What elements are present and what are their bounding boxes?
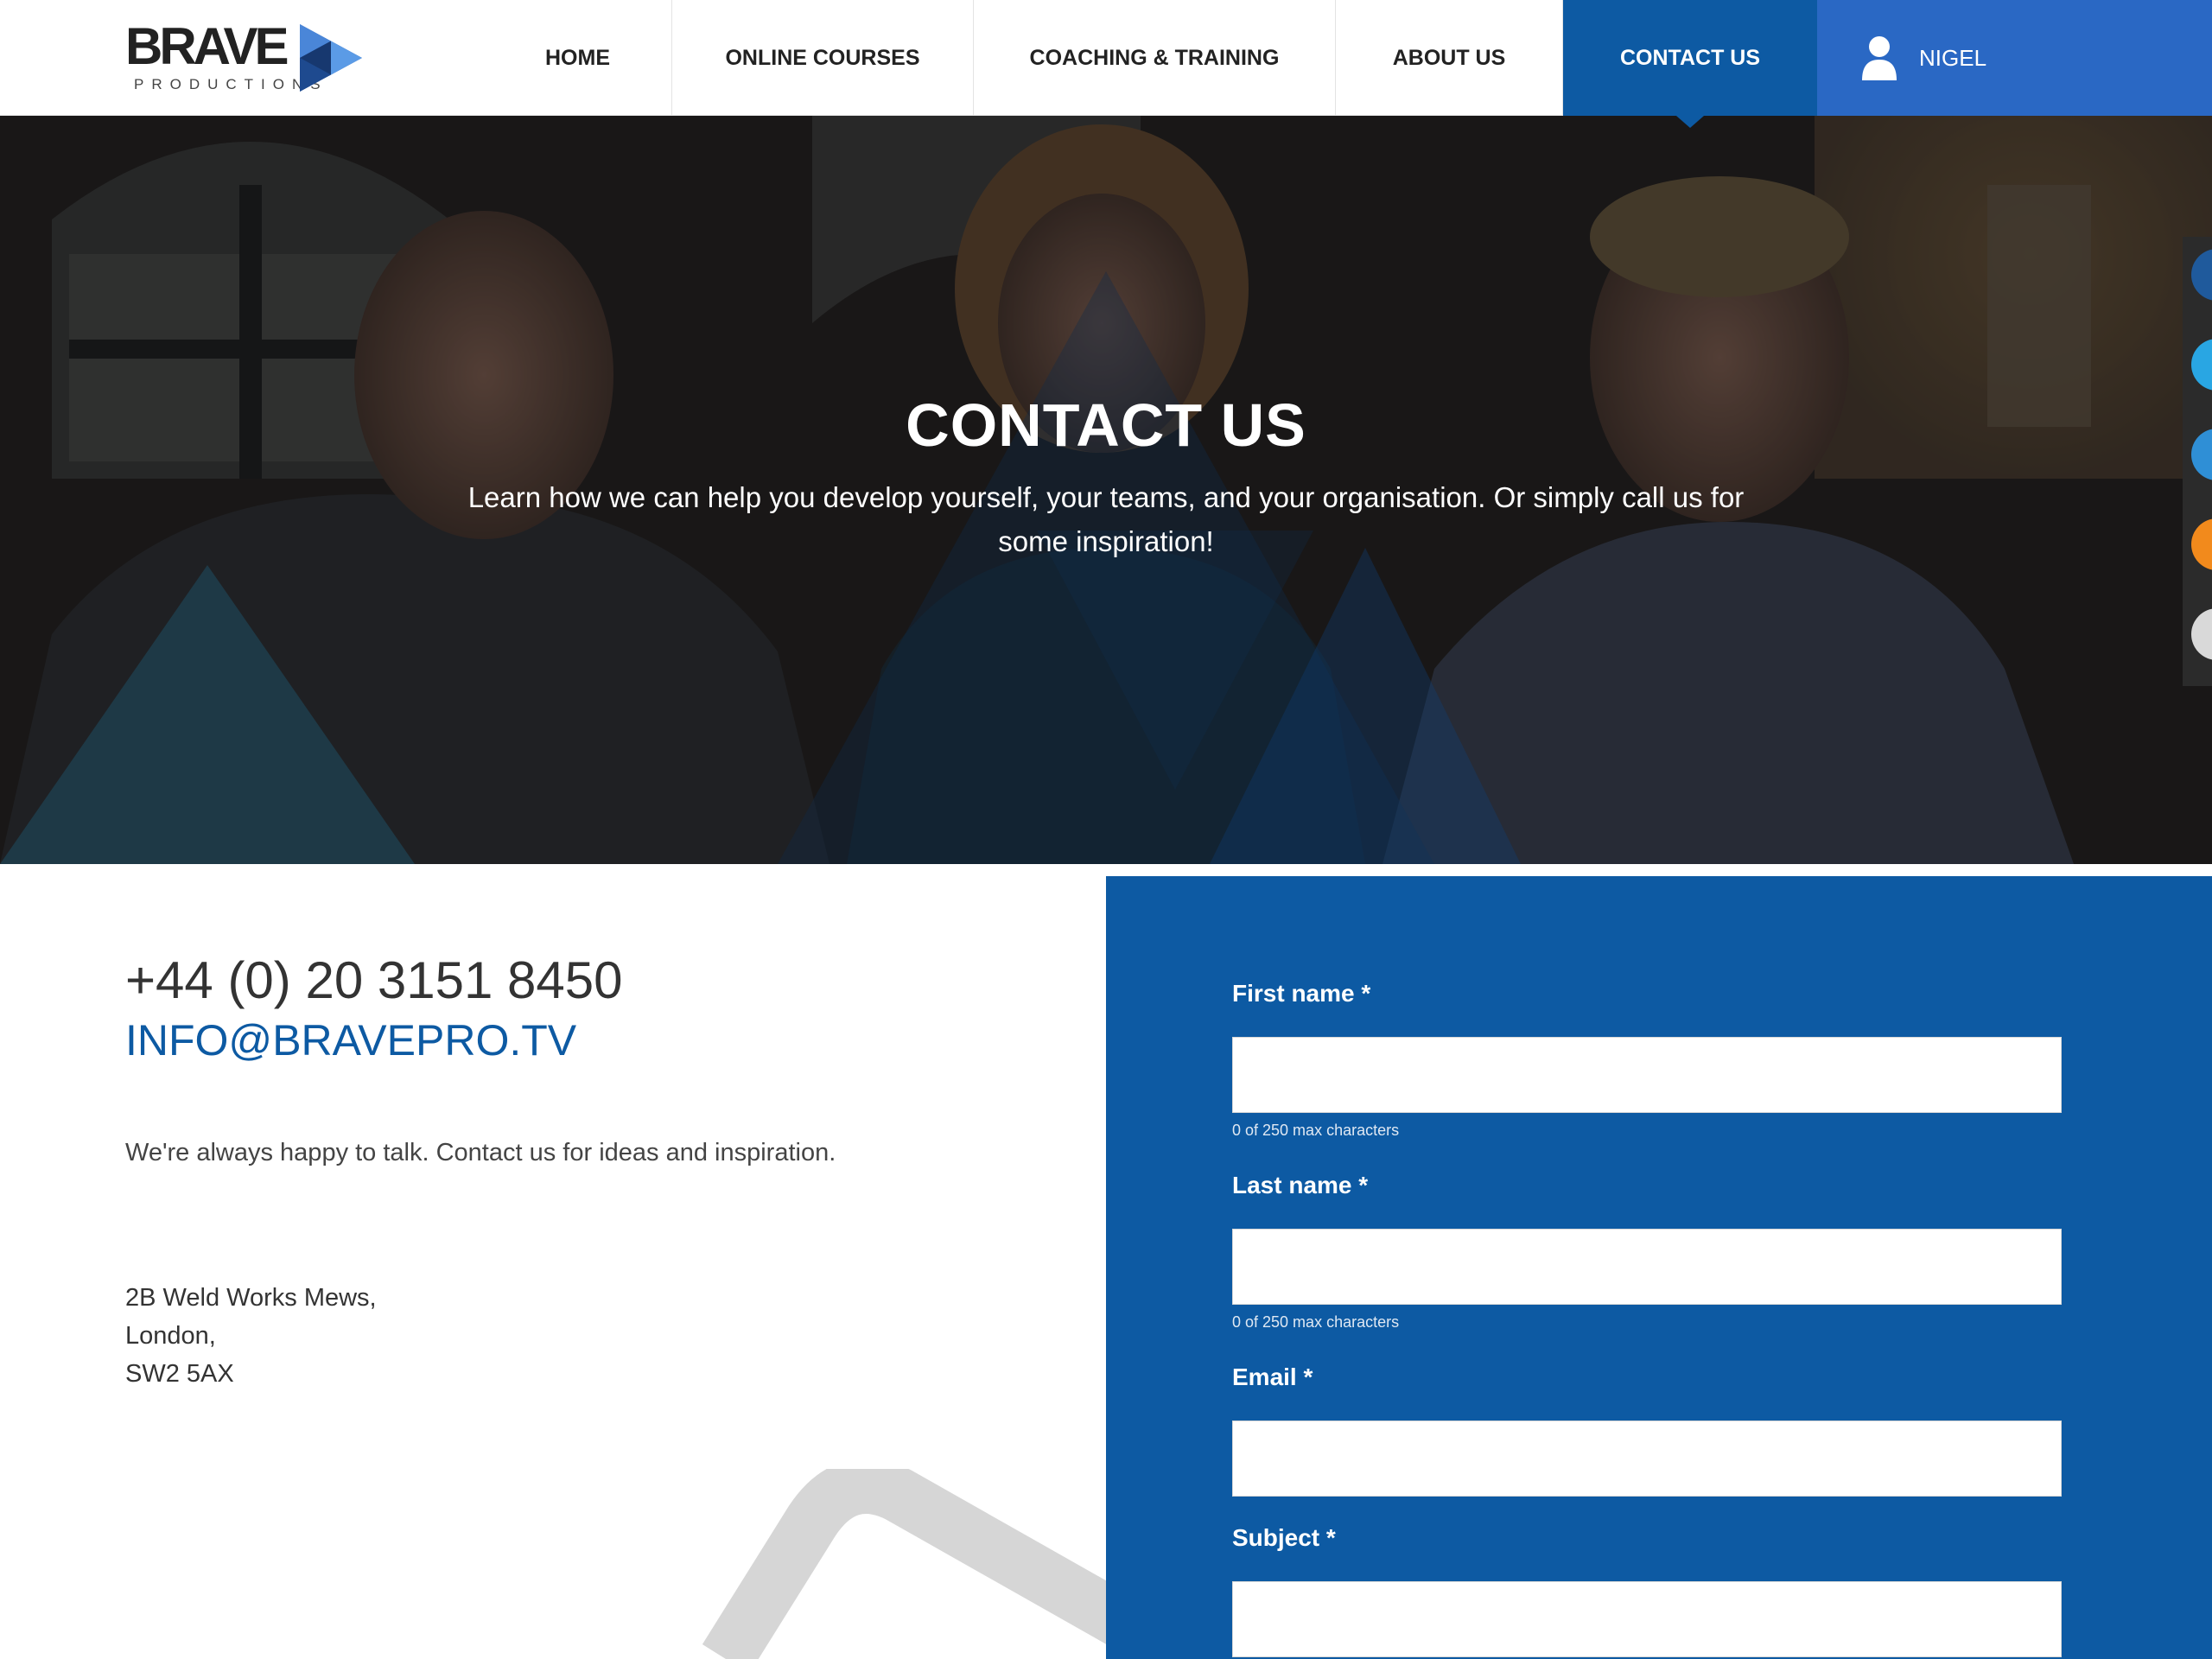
contact-intro: We're always happy to talk. Contact us f… [125, 1139, 836, 1166]
first-name-field[interactable] [1232, 1037, 2062, 1113]
nav-contact-us[interactable]: CONTACT US [1563, 0, 1817, 128]
page-subtitle: Learn how we can help you develop yourse… [467, 481, 1745, 557]
subject-field[interactable] [1232, 1581, 2062, 1657]
user-menu[interactable]: NIGEL [1817, 0, 2212, 116]
last-name-label: Last name * [1232, 1172, 1369, 1198]
email-share-icon[interactable] [2191, 608, 2212, 660]
nav-about-us[interactable]: ABOUT US [1336, 0, 1563, 116]
decorative-triangle-shape [702, 1469, 1158, 1659]
email-field[interactable] [1232, 1421, 2062, 1497]
brand-play-icon [300, 24, 362, 92]
contact-details: +44 (0) 20 3151 8450 INFO@BRAVEPRO.TV [125, 950, 1076, 1066]
page-title: CONTACT US [906, 391, 1306, 459]
first-name-char-count: 0 of 250 max characters [1232, 1122, 1400, 1139]
email-label: Email * [1232, 1363, 1313, 1390]
user-icon [1862, 36, 1897, 80]
linkedin-icon[interactable] [2191, 429, 2212, 480]
subject-label: Subject * [1232, 1524, 1336, 1551]
address-line: 2B Weld Works Mews, [125, 1284, 377, 1312]
social-share-rail [2183, 237, 2212, 686]
hero-banner: CONTACT US Learn how we can help you dev… [0, 116, 2212, 864]
nav-online-courses[interactable]: ONLINE COURSES [672, 0, 974, 116]
address-line: SW2 5AX [125, 1360, 234, 1388]
first-name-label: First name * [1232, 980, 1371, 1007]
share-icon[interactable] [2191, 518, 2212, 570]
address-line: London, [125, 1322, 216, 1350]
brand-name: BRAVE [125, 17, 289, 75]
contact-form: First name * 0 of 250 max characters Las… [1106, 876, 2212, 1659]
last-name-char-count: 0 of 250 max characters [1232, 1313, 1400, 1331]
last-name-field[interactable] [1232, 1229, 2062, 1305]
twitter-icon[interactable] [2191, 339, 2212, 391]
nav-home[interactable]: HOME [484, 0, 672, 116]
site-header: BRAVE PRODUCTIONS HOME ONLINE COURSES CO… [0, 0, 2212, 128]
nav-coaching-training[interactable]: COACHING & TRAINING [974, 0, 1336, 116]
phone-number[interactable]: +44 (0) 20 3151 8450 [125, 950, 1076, 1011]
user-name: NIGEL [1919, 44, 1987, 71]
email-link[interactable]: INFO@BRAVEPRO.TV [125, 1014, 1076, 1066]
brand-logo[interactable]: BRAVE PRODUCTIONS [125, 21, 367, 99]
brand-subtitle: PRODUCTIONS [134, 76, 328, 92]
postal-address: 2B Weld Works Mews, London, SW2 5AX [125, 1279, 377, 1393]
facebook-icon[interactable] [2191, 249, 2212, 301]
main-nav: HOME ONLINE COURSES COACHING & TRAINING … [484, 0, 2212, 128]
